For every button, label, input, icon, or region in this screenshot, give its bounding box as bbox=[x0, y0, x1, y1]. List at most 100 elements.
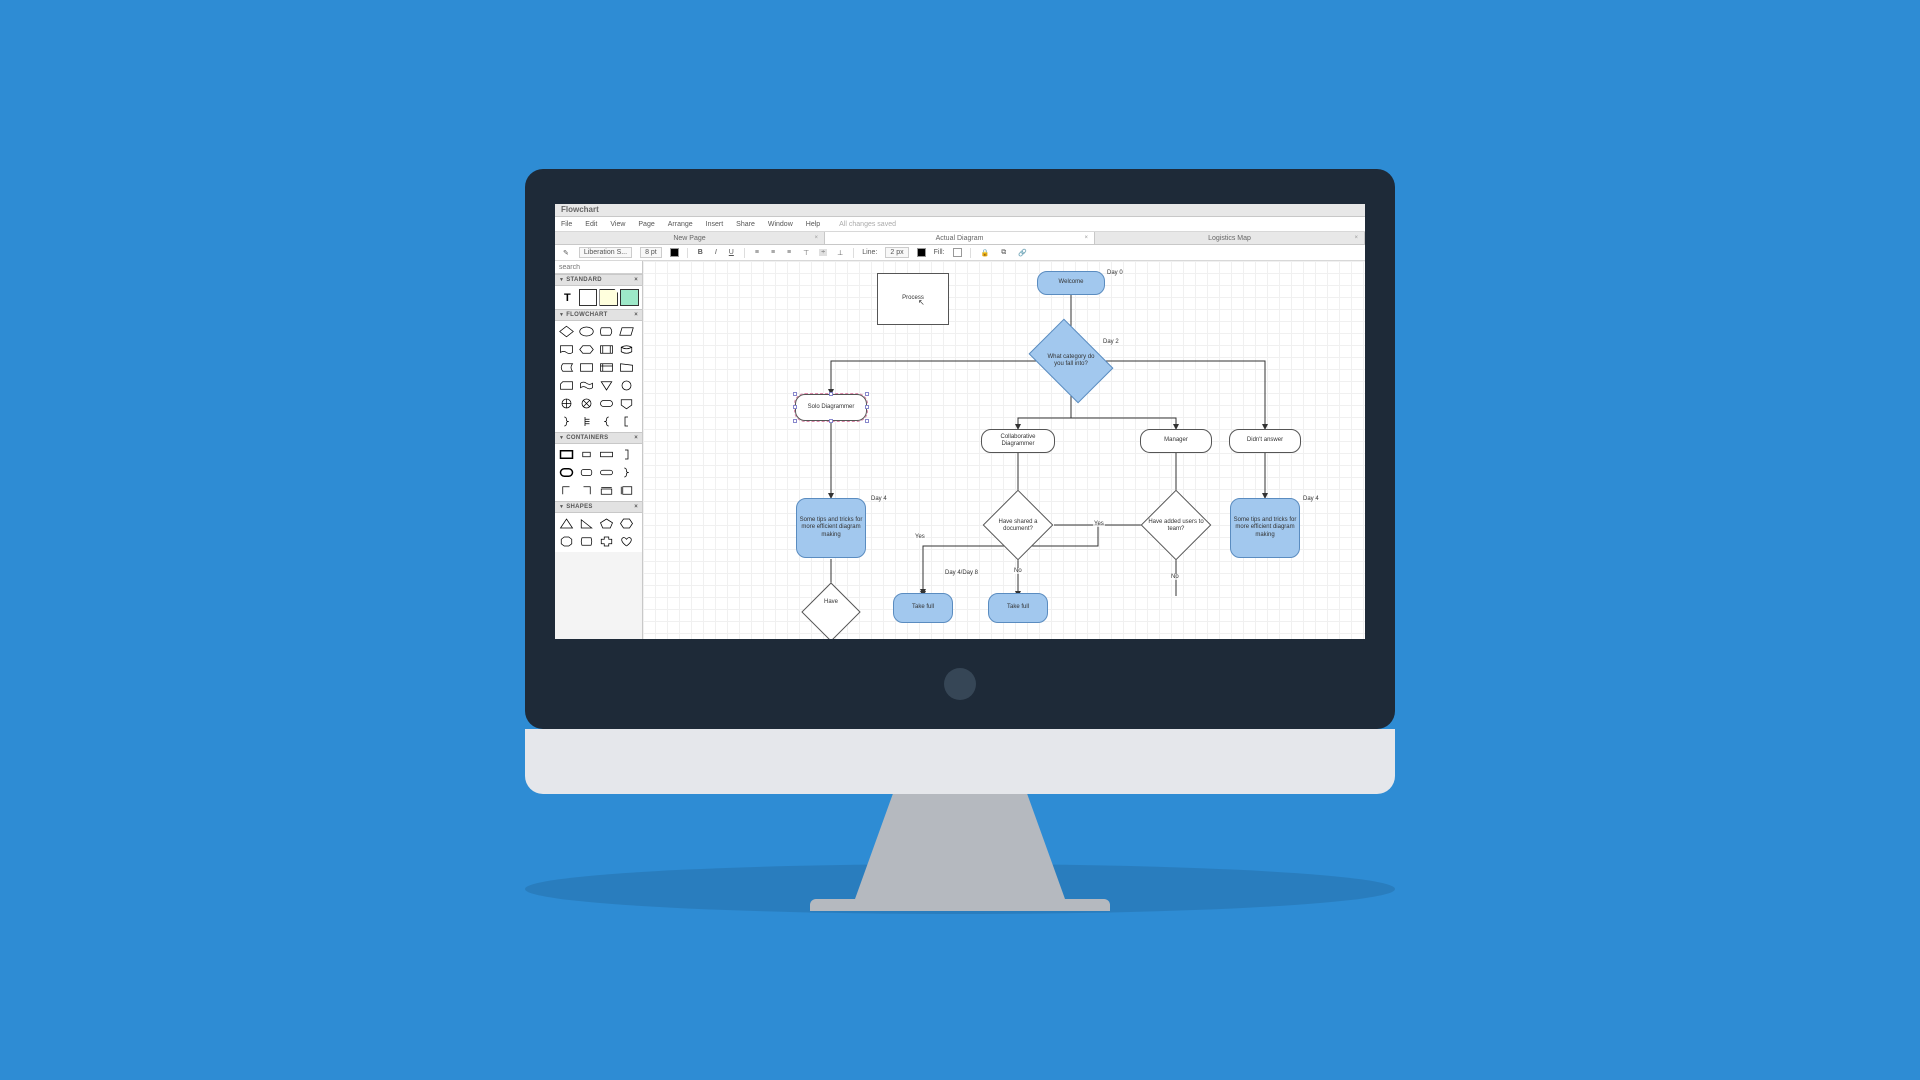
small-rect-icon[interactable] bbox=[578, 447, 595, 462]
barrel-icon[interactable] bbox=[578, 534, 595, 549]
menu-edit[interactable]: Edit bbox=[585, 221, 597, 228]
fill-rect-tool[interactable] bbox=[620, 289, 639, 306]
line-width-selector[interactable]: 2 px bbox=[885, 247, 908, 258]
line-side-icon[interactable] bbox=[618, 483, 635, 498]
corner-tr-icon[interactable] bbox=[578, 483, 595, 498]
brace-right-icon[interactable] bbox=[558, 414, 575, 429]
italic-button[interactable]: I bbox=[713, 249, 719, 256]
collab-node[interactable]: Collaborative Diagrammer bbox=[981, 429, 1055, 453]
doc-icon[interactable] bbox=[558, 342, 575, 357]
font-size-selector[interactable]: 8 pt bbox=[640, 247, 662, 258]
tips1-node[interactable]: Some tips and tricks for more efficient … bbox=[796, 498, 866, 558]
section-containers[interactable]: ▼ CONTAINERS× bbox=[555, 432, 642, 444]
pentagon-icon[interactable] bbox=[598, 516, 615, 531]
cylinder-icon[interactable] bbox=[618, 342, 635, 357]
rtriangle-icon[interactable] bbox=[578, 516, 595, 531]
card-icon[interactable] bbox=[558, 378, 575, 393]
triangle-icon[interactable] bbox=[558, 516, 575, 531]
menu-insert[interactable]: Insert bbox=[706, 221, 724, 228]
diamond-icon[interactable] bbox=[558, 324, 575, 339]
section-shapes[interactable]: ▼ SHAPES× bbox=[555, 501, 642, 513]
brace-r2-icon[interactable] bbox=[618, 465, 635, 480]
octagon-icon[interactable] bbox=[558, 534, 575, 549]
menu-file[interactable]: File bbox=[561, 221, 572, 228]
internal-icon[interactable] bbox=[598, 360, 615, 375]
pill2-icon[interactable] bbox=[598, 465, 615, 480]
align-left-icon[interactable]: ≡ bbox=[753, 249, 761, 256]
circle-icon[interactable] bbox=[618, 378, 635, 393]
offpage-icon[interactable] bbox=[618, 396, 635, 411]
display-icon[interactable] bbox=[598, 324, 615, 339]
note-tool[interactable] bbox=[599, 289, 618, 306]
text-tool[interactable]: T bbox=[558, 289, 577, 306]
bracket-r-icon[interactable] bbox=[618, 447, 635, 462]
tab-actual-diagram[interactable]: Actual Diagram × bbox=[825, 232, 1095, 244]
menu-page[interactable]: Page bbox=[638, 221, 654, 228]
tips2-node[interactable]: Some tips and tricks for more efficient … bbox=[1230, 498, 1300, 558]
solo-node[interactable]: Solo Diagrammer bbox=[795, 394, 867, 421]
heart-icon[interactable] bbox=[618, 534, 635, 549]
lock-icon[interactable]: 🔒 bbox=[979, 249, 992, 257]
vtri-icon[interactable] bbox=[598, 378, 615, 393]
group-icon[interactable]: ⧉ bbox=[999, 249, 1008, 257]
pill-icon[interactable] bbox=[598, 396, 615, 411]
hexagon-icon[interactable] bbox=[618, 516, 635, 531]
align-center-icon[interactable]: ≡ bbox=[769, 249, 777, 256]
welcome-node[interactable]: Welcome bbox=[1037, 271, 1105, 295]
link-icon[interactable]: 🔗 bbox=[1016, 249, 1029, 257]
close-icon[interactable]: × bbox=[1084, 235, 1088, 241]
bold-button[interactable]: B bbox=[696, 249, 705, 256]
search-input[interactable] bbox=[555, 261, 643, 273]
storage-icon[interactable] bbox=[558, 360, 575, 375]
menu-share[interactable]: Share bbox=[736, 221, 755, 228]
menu-window[interactable]: Window bbox=[768, 221, 793, 228]
fill-color-swatch[interactable] bbox=[953, 248, 962, 257]
cross-icon[interactable] bbox=[598, 534, 615, 549]
x-circle-icon[interactable] bbox=[578, 396, 595, 411]
oval-icon[interactable] bbox=[578, 324, 595, 339]
line-color-swatch[interactable] bbox=[917, 248, 926, 257]
data-icon[interactable] bbox=[618, 324, 635, 339]
takefull2-node[interactable]: Take full bbox=[988, 593, 1048, 623]
note-icon[interactable] bbox=[578, 414, 595, 429]
bracket-icon[interactable] bbox=[618, 414, 635, 429]
valign-top-icon[interactable]: ⊤ bbox=[801, 249, 811, 257]
valign-middle-icon[interactable]: ÷ bbox=[819, 249, 827, 256]
menu-view[interactable]: View bbox=[610, 221, 625, 228]
section-flowchart[interactable]: ▼ FLOWCHART× bbox=[555, 309, 642, 321]
tab-new-page[interactable]: New Page × bbox=[555, 232, 825, 244]
text-color-swatch[interactable] bbox=[670, 248, 679, 257]
line-top-icon[interactable] bbox=[598, 483, 615, 498]
diagram-canvas[interactable]: Process ↖ Welcome Day 0 What category do… bbox=[643, 261, 1365, 639]
section-standard[interactable]: ▼ STANDARD× bbox=[555, 274, 642, 286]
rect-tool[interactable] bbox=[579, 289, 598, 306]
tape-icon[interactable] bbox=[578, 378, 595, 393]
tab-logistics-map[interactable]: Logistics Map × bbox=[1095, 232, 1365, 244]
font-selector[interactable]: Liberation S... bbox=[579, 247, 632, 258]
process-node[interactable]: Process ↖ bbox=[877, 273, 949, 325]
noanswer-node[interactable]: Didn't answer bbox=[1229, 429, 1301, 453]
bold-pill-icon[interactable] bbox=[558, 465, 575, 480]
border-rect-icon[interactable] bbox=[558, 447, 575, 462]
paint-icon[interactable]: ✎ bbox=[561, 249, 571, 257]
predef-icon[interactable] bbox=[598, 342, 615, 357]
close-icon[interactable]: × bbox=[1354, 235, 1358, 241]
close-icon[interactable]: × bbox=[814, 235, 818, 241]
round-rect-icon[interactable] bbox=[578, 465, 595, 480]
brace-left-icon[interactable] bbox=[598, 414, 615, 429]
menu-help[interactable]: Help bbox=[806, 221, 820, 228]
takefull1-node[interactable]: Take full bbox=[893, 593, 953, 623]
fill-label: Fill: bbox=[934, 249, 945, 256]
corner-tl-icon[interactable] bbox=[558, 483, 575, 498]
hex-icon[interactable] bbox=[578, 342, 595, 357]
manual-icon[interactable] bbox=[618, 360, 635, 375]
valign-bottom-icon[interactable]: ⊥ bbox=[835, 249, 845, 257]
rect-icon[interactable] bbox=[578, 360, 595, 375]
align-right-icon[interactable]: ≡ bbox=[785, 249, 793, 256]
underline-button[interactable]: U bbox=[727, 249, 736, 256]
camera-icon bbox=[944, 668, 976, 700]
menu-arrange[interactable]: Arrange bbox=[668, 221, 693, 228]
wide-rect-icon[interactable] bbox=[598, 447, 615, 462]
manager-node[interactable]: Manager bbox=[1140, 429, 1212, 453]
plus-circle-icon[interactable] bbox=[558, 396, 575, 411]
